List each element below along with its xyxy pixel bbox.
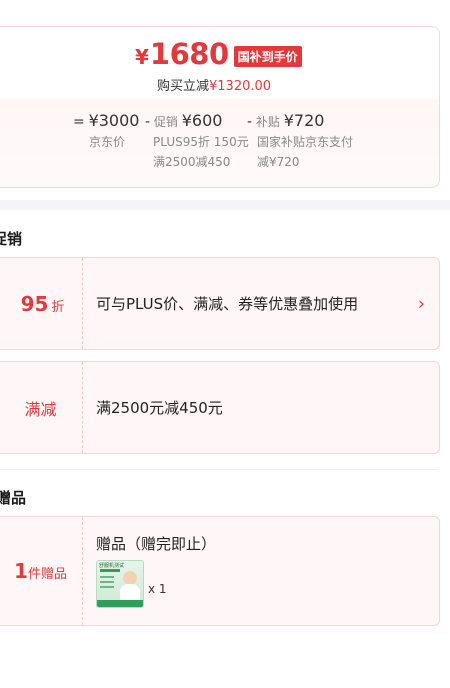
plus-discount-text: 可与PLUS价、满减、券等优惠叠加使用 — [96, 295, 359, 313]
thumb-person-head — [123, 571, 137, 585]
manjian-text: 满2500元减450元 — [96, 399, 223, 417]
thumb-line — [100, 576, 114, 578]
chevron-right-icon[interactable]: › — [418, 293, 425, 314]
currency-symbol: ¥ — [135, 45, 149, 69]
final-price-area: ¥ 1680 国补到手价 购买立减¥1320.00 — [0, 27, 439, 99]
promo-block: - 促销 ¥600 PLUS95折 150元 满2500减450 — [145, 111, 249, 172]
promo-value: ¥600 — [181, 111, 223, 130]
subsidy-block: - 补贴 ¥720 国家补贴京东支付 减¥720 — [247, 111, 353, 172]
gift-row[interactable]: 1 件赠品 赠品（赠完即止） 舒服机测试 x 1 — [0, 516, 440, 626]
divider-line — [0, 469, 438, 470]
subsidy-price-tag: 国补到手价 — [233, 45, 302, 67]
thumb-line — [100, 586, 114, 588]
manjian-row: 满减 满2500元减450元 — [0, 361, 440, 454]
jd-price-block: = ¥3000 京东价 — [73, 111, 139, 152]
plus-discount-badge: 95 折 — [0, 258, 83, 349]
plus-discount-unit: 折 — [51, 299, 65, 315]
gift-thumbnail[interactable]: 舒服机测试 — [96, 560, 144, 608]
reduce-value: ¥1320.00 — [209, 79, 272, 94]
subsidy-label: 补贴 — [255, 115, 280, 129]
final-amount: 1680 — [149, 37, 229, 71]
manjian-label: 满减 — [24, 399, 57, 419]
minus-sign-2: - — [247, 114, 253, 130]
thumb-line — [100, 581, 114, 583]
minus-sign-1: - — [145, 114, 151, 130]
gift-heading: 赠品（赠完即止） — [96, 535, 217, 553]
gift-qty: x 1 — [148, 582, 167, 596]
plus-discount-row[interactable]: 95 折 可与PLUS价、满减、券等优惠叠加使用 › — [0, 257, 440, 350]
thumb-stripe — [100, 569, 120, 572]
promo-detail-1: PLUS95折 150元 — [153, 135, 249, 149]
subsidy-detail-1: 国家补贴京东支付 — [257, 135, 354, 149]
section-divider — [0, 200, 450, 210]
gift-count: 1 — [14, 559, 28, 583]
plus-discount-number: 95 — [20, 291, 49, 316]
subsidy-detail-2: 减¥720 — [257, 155, 300, 169]
final-price: ¥ 1680 国补到手价 — [135, 37, 302, 71]
reduce-line: 购买立减¥1320.00 — [157, 75, 271, 94]
equals-sign: = — [73, 114, 85, 130]
thumb-footer-bar — [97, 600, 143, 607]
reduce-label: 购买立减 — [157, 79, 210, 94]
gift-item[interactable]: 舒服机测试 x 1 — [96, 560, 167, 608]
price-breakdown: = ¥3000 京东价 - 促销 ¥600 PLUS95折 150元 满2500… — [0, 99, 439, 187]
promotions-title: 促销 — [0, 230, 23, 248]
manjian-badge: 满减 — [0, 362, 83, 453]
thumb-person-body — [120, 584, 140, 600]
thumb-caption: 舒服机测试 — [99, 563, 125, 569]
gift-count-unit: 件赠品 — [27, 567, 67, 582]
jd-price-label: 京东价 — [89, 135, 126, 149]
promo-detail-2: 满2500减450 — [153, 155, 231, 169]
gift-count-badge: 1 件赠品 — [0, 517, 83, 625]
promo-label: 促销 — [153, 115, 178, 129]
price-card: ¥ 1680 国补到手价 购买立减¥1320.00 = ¥3000 京东价 - … — [0, 26, 440, 188]
subsidy-value: ¥720 — [283, 111, 325, 130]
jd-price-value: ¥3000 — [88, 111, 140, 130]
gifts-title: 赠品 — [0, 489, 27, 507]
